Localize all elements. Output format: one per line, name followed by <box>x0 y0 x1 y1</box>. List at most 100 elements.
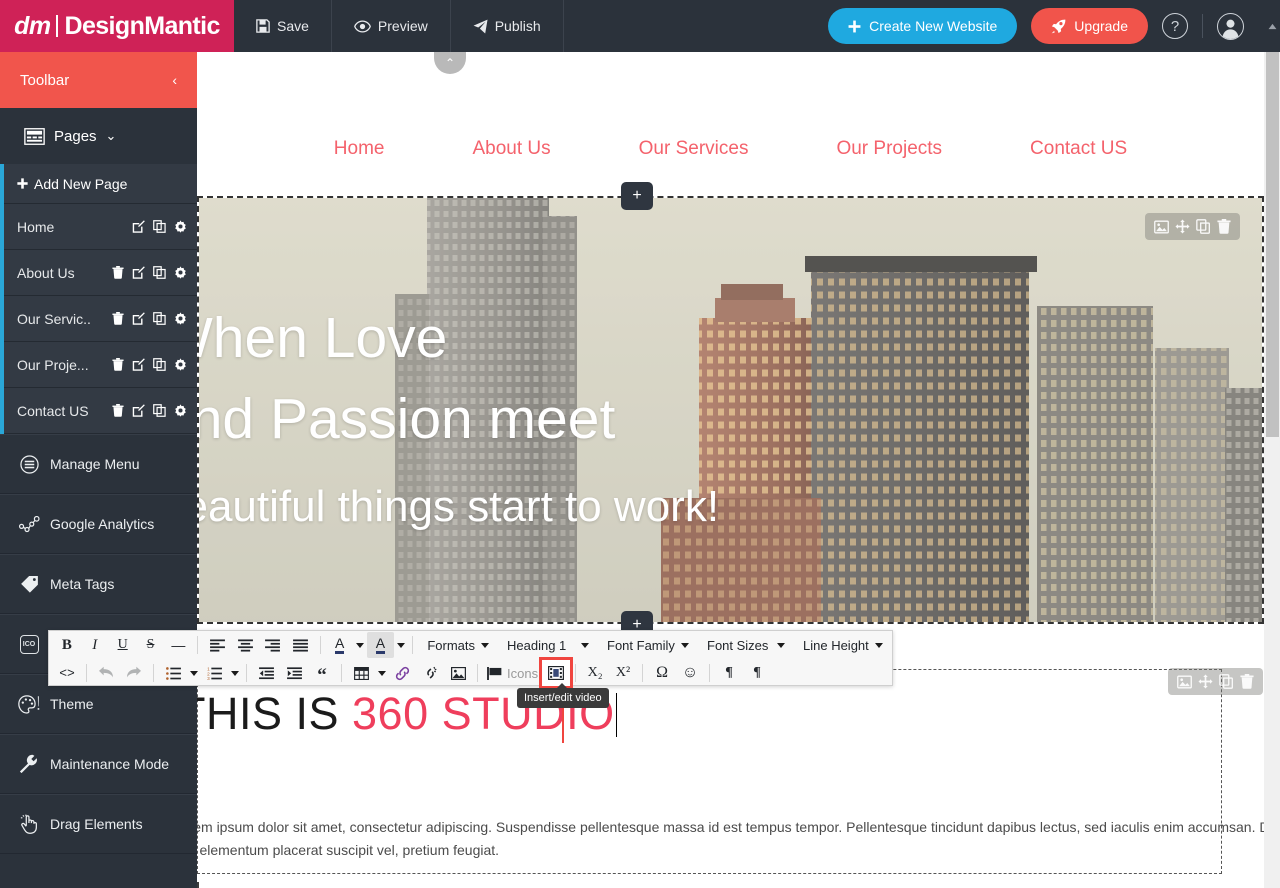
ltr-button[interactable]: ¶ <box>715 660 743 686</box>
hero-headline[interactable]: When Love and Passion meet beautiful thi… <box>199 298 1059 538</box>
delete-icon[interactable] <box>112 312 124 325</box>
align-left-button[interactable] <box>203 632 231 658</box>
duplicate-icon[interactable] <box>153 358 166 371</box>
align-justify-button[interactable] <box>287 632 315 658</box>
settings-gear-icon[interactable] <box>174 358 187 371</box>
move-icon[interactable] <box>1175 219 1190 234</box>
table-chevron-down-icon[interactable] <box>375 670 388 676</box>
help-button[interactable]: ? <box>1162 13 1188 39</box>
move-icon[interactable] <box>1198 674 1213 689</box>
edit-icon[interactable] <box>132 266 145 279</box>
sidebar-item-meta-tags[interactable]: Meta Tags <box>0 554 197 614</box>
add-block-above-hero-button[interactable]: + <box>621 182 653 210</box>
delete-icon[interactable] <box>112 404 124 417</box>
redo-button[interactable] <box>120 660 148 686</box>
delete-icon[interactable] <box>112 266 124 279</box>
text-color-chevron-down-icon[interactable] <box>354 642 367 648</box>
underline-button[interactable]: U <box>109 632 137 658</box>
block-style-menu[interactable]: Heading 1 <box>498 632 598 658</box>
page-row-about-us[interactable]: About Us <box>4 250 197 296</box>
site-nav-contact-us[interactable]: Contact US <box>986 138 1171 160</box>
page-row-our-services[interactable]: Our Servic.. <box>4 296 197 342</box>
site-nav-our-projects[interactable]: Our Projects <box>792 138 986 160</box>
settings-gear-icon[interactable] <box>174 220 187 233</box>
site-nav-home[interactable]: Home <box>290 138 429 160</box>
align-center-button[interactable] <box>231 632 259 658</box>
sidebar-item-manage-menu[interactable]: Manage Menu <box>0 434 197 494</box>
add-new-page-button[interactable]: Add New Page <box>4 164 197 204</box>
save-button[interactable]: Save <box>234 0 332 52</box>
image-icon[interactable] <box>1154 220 1169 234</box>
duplicate-icon[interactable] <box>153 220 166 233</box>
duplicate-icon[interactable] <box>1196 219 1211 234</box>
duplicate-icon[interactable] <box>1219 674 1234 689</box>
numbered-list-chevron-down-icon[interactable] <box>228 670 241 676</box>
align-right-button[interactable] <box>259 632 287 658</box>
content-element-controls[interactable] <box>1168 668 1263 695</box>
edit-icon[interactable] <box>132 220 145 233</box>
sidebar-item-google-analytics[interactable]: Google Analytics <box>0 494 197 554</box>
upgrade-button[interactable]: Upgrade <box>1031 8 1148 44</box>
formats-menu[interactable]: Formats <box>418 632 498 658</box>
vertical-scrollbar-thumb[interactable] <box>1266 52 1279 437</box>
blockquote-button[interactable]: “ <box>308 660 336 686</box>
edit-icon[interactable] <box>132 312 145 325</box>
site-nav-about-us[interactable]: About Us <box>428 138 594 160</box>
scrollbar-up-arrow[interactable] <box>1264 0 1280 52</box>
site-nav-our-services[interactable]: Our Services <box>595 138 793 160</box>
delete-icon[interactable] <box>1240 674 1254 689</box>
content-block[interactable]: THIS IS 360 STUDIO Lorem ipsum dolor sit… <box>197 668 1264 874</box>
settings-gear-icon[interactable] <box>174 404 187 417</box>
bullet-list-button[interactable] <box>159 660 187 686</box>
vertical-scrollbar[interactable] <box>1264 52 1280 888</box>
preview-button[interactable]: Preview <box>332 0 451 52</box>
publish-button[interactable]: Publish <box>451 0 564 52</box>
numbered-list-button[interactable]: 1 2 3 <box>200 660 228 686</box>
bold-button[interactable]: B <box>53 632 81 658</box>
page-row-home[interactable]: Home <box>4 204 197 250</box>
italic-button[interactable]: I <box>81 632 109 658</box>
sidebar-item-pages[interactable]: Pages ⌄ <box>0 108 197 164</box>
brand-logo[interactable]: dm DesignMantic <box>0 0 234 52</box>
image-icon[interactable] <box>1177 675 1192 689</box>
horizontal-rule-button[interactable]: — <box>164 632 192 658</box>
rtl-button[interactable]: ¶ <box>743 660 771 686</box>
hero-section[interactable]: When Love and Passion meet beautiful thi… <box>197 196 1264 624</box>
content-paragraph[interactable]: Lorem ipsum dolor sit amet, consectetur … <box>197 816 1264 862</box>
page-row-our-projects[interactable]: Our Proje... <box>4 342 197 388</box>
special-character-button[interactable]: Ω <box>648 660 676 686</box>
font-sizes-menu[interactable]: Font Sizes <box>698 632 794 658</box>
edit-icon[interactable] <box>132 404 145 417</box>
sidebar-item-drag-elements[interactable]: Drag Elements <box>0 794 197 854</box>
collapse-sidebar-icon[interactable]: ‹ <box>172 72 177 88</box>
source-code-button[interactable]: <> <box>53 660 81 686</box>
delete-icon[interactable] <box>1217 219 1231 234</box>
outdent-button[interactable] <box>252 660 280 686</box>
emoticons-button[interactable]: ☺ <box>676 660 704 686</box>
edit-icon[interactable] <box>132 358 145 371</box>
duplicate-icon[interactable] <box>153 404 166 417</box>
settings-gear-icon[interactable] <box>174 266 187 279</box>
table-button[interactable] <box>347 660 375 686</box>
text-color-button[interactable]: A <box>326 632 354 658</box>
bullet-list-chevron-down-icon[interactable] <box>187 670 200 676</box>
strikethrough-button[interactable]: S <box>137 632 165 658</box>
collapse-header-tab[interactable]: ⌃ <box>434 52 466 74</box>
create-new-website-button[interactable]: Create New Website <box>828 8 1018 44</box>
page-row-contact-us[interactable]: Contact US <box>4 388 197 434</box>
settings-gear-icon[interactable] <box>174 312 187 325</box>
account-avatar[interactable] <box>1217 12 1244 40</box>
line-height-menu[interactable]: Line Height <box>794 632 892 658</box>
subscript-button[interactable]: X₂ <box>581 660 609 686</box>
link-button[interactable] <box>388 660 416 686</box>
hero-element-controls[interactable] <box>1145 213 1240 240</box>
undo-button[interactable] <box>92 660 120 686</box>
background-color-chevron-down-icon[interactable] <box>394 642 407 648</box>
superscript-button[interactable]: X² <box>609 660 637 686</box>
toolbar-header[interactable]: Toolbar ‹ <box>0 52 197 108</box>
image-button[interactable] <box>444 660 472 686</box>
duplicate-icon[interactable] <box>153 266 166 279</box>
font-family-menu[interactable]: Font Family <box>598 632 698 658</box>
duplicate-icon[interactable] <box>153 312 166 325</box>
indent-button[interactable] <box>280 660 308 686</box>
